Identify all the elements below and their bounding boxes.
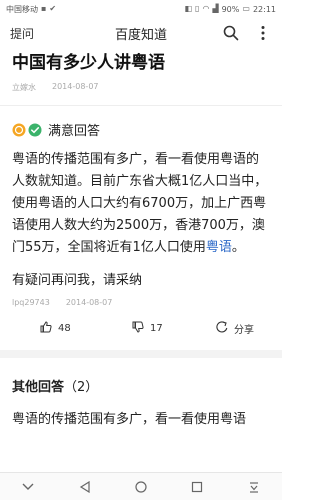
answer-author[interactable]: lpq29743 (12, 298, 50, 307)
recents-icon[interactable] (187, 477, 207, 497)
sim-icon: ▪ (41, 4, 47, 13)
vibrate-icon: ▯ (195, 4, 200, 13)
answer-meta: lpq29743 2014-08-07 (0, 288, 282, 307)
other-answers-label: 其他回答 (12, 380, 65, 395)
answer-keyword-link[interactable]: 粤语 (206, 240, 232, 255)
other-answers-count: （2） (64, 380, 99, 395)
nfc-icon: ◧ (184, 4, 193, 13)
status-left: 中国移动 ▪ ✔ (6, 4, 56, 15)
battery-icon: ▭ (242, 4, 250, 13)
question-author[interactable]: 立嫁水 (12, 82, 36, 93)
status-bar: 中国移动 ▪ ✔ ◧ ▯ ◠ ▟ 90% ▭ 22:11 (0, 0, 282, 18)
other-answer-preview[interactable]: 粤语的传播范围有多广，看一看使用粤语 (0, 395, 282, 431)
search-icon[interactable] (222, 24, 240, 42)
answer-date: 2014-08-07 (65, 298, 113, 307)
check-icon: ✔ (49, 4, 57, 13)
question-date: 2014-08-07 (52, 82, 99, 91)
share-button[interactable]: 分享 (176, 321, 254, 336)
answer-followup: 有疑问再问我，请采纳 (12, 273, 143, 288)
clock: 22:11 (252, 4, 276, 14)
shield-check-icon (28, 123, 42, 137)
wifi-icon: ◠ (202, 4, 210, 13)
answer-actions: 48 17 分享 (0, 307, 282, 336)
answer-text-part2: 。 (231, 240, 245, 255)
medal-icon (12, 123, 26, 137)
section-divider (0, 350, 282, 358)
chevron-down-icon[interactable] (18, 477, 38, 497)
top-nav: 提问 百度知道 (0, 18, 282, 48)
more-vertical-icon[interactable] (254, 24, 272, 42)
signal-icon: ▟ (212, 4, 219, 13)
status-right: ◧ ▯ ◠ ▟ 90% ▭ 22:11 (184, 5, 276, 14)
best-answer-label: 满意回答 (48, 124, 101, 139)
system-nav-bar (0, 472, 282, 500)
back-icon[interactable] (75, 477, 95, 497)
share-icon (216, 321, 228, 336)
share-label: 分享 (234, 325, 254, 336)
dislike-button[interactable]: 17 (96, 321, 176, 336)
like-count: 48 (58, 323, 71, 334)
home-icon[interactable] (131, 477, 151, 497)
question-meta: 立嫁水 2014-08-07 (0, 74, 282, 93)
ask-button[interactable]: 提问 (10, 25, 34, 42)
dislike-count: 17 (150, 323, 163, 334)
question-title: 中国有多少人讲粤语 (12, 53, 165, 73)
notification-pull-icon[interactable] (244, 477, 264, 497)
other-answers-header: 其他回答（2） (0, 358, 282, 395)
thumbs-down-icon (132, 321, 144, 336)
battery-percent: 90% (221, 4, 240, 14)
best-answer-header: 满意回答 (0, 106, 282, 139)
like-button[interactable]: 48 (12, 321, 96, 336)
nav-actions (222, 24, 272, 42)
carrier-name: 中国移动 (6, 4, 38, 14)
thumbs-up-icon (40, 321, 52, 336)
answer-body: 粤语的传播范围有多广，看一看使用粤语的人数就知道。目前广东省大概1亿人口当中，使… (0, 139, 282, 259)
